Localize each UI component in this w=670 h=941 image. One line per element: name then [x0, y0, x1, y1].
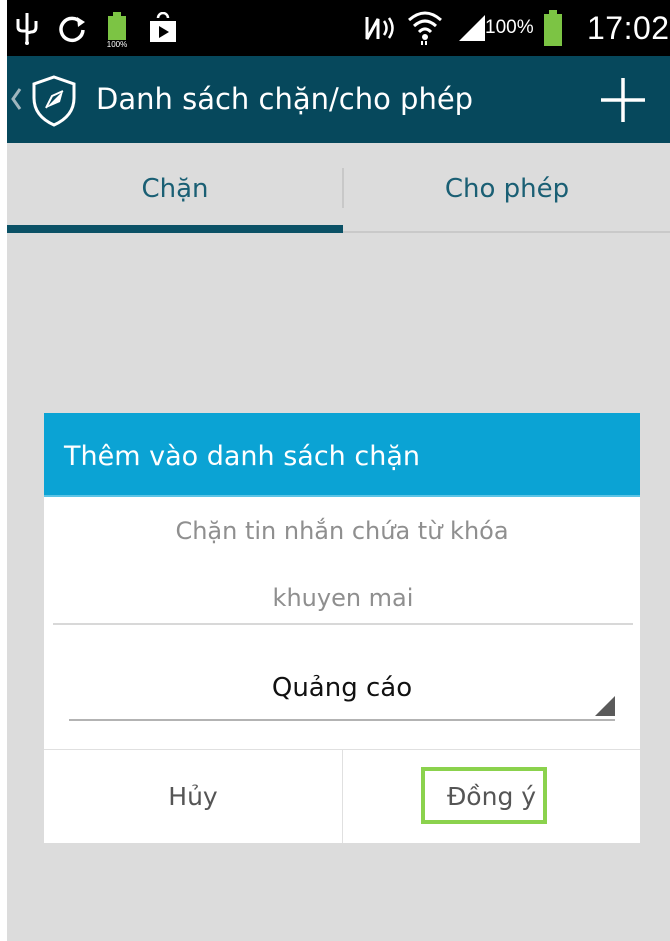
dialog-message: Chặn tin nhắn chứa từ khóa: [175, 517, 509, 545]
battery-percent: 100%: [485, 17, 534, 38]
category-select[interactable]: Quảng cáo: [69, 663, 615, 721]
clock: 17:02: [587, 9, 670, 46]
tab-baseline: [343, 231, 670, 233]
tab-bar: Chặn Cho phép: [7, 143, 670, 233]
usb-icon: [15, 0, 39, 56]
battery-icon: [543, 0, 563, 56]
category-value: Quảng cáo: [271, 673, 413, 703]
sync-icon: [57, 0, 87, 56]
confirm-button[interactable]: Đồng ý: [343, 750, 640, 843]
add-to-blocklist-dialog: Thêm vào danh sách chặn Chặn tin nhắn ch…: [44, 413, 640, 843]
signal-icon: [457, 0, 487, 56]
dialog-header-line: [44, 495, 640, 497]
keyword-input[interactable]: [53, 573, 633, 625]
back-chevron-icon[interactable]: [9, 81, 23, 117]
play-store-icon: [147, 0, 179, 56]
battery-full-notification-icon: 100%: [102, 0, 132, 56]
cancel-button[interactable]: Hủy: [44, 750, 342, 843]
action-bar: Danh sách chặn/cho phép: [7, 56, 670, 143]
page-title: Danh sách chặn/cho phép: [96, 82, 474, 116]
svg-text:100%: 100%: [107, 40, 127, 48]
tab-allow[interactable]: Cho phép: [344, 143, 670, 233]
dropdown-corner-icon: [595, 696, 615, 716]
dialog-header: Thêm vào danh sách chặn: [44, 413, 640, 495]
shield-logo-icon[interactable]: [27, 74, 81, 128]
wifi-icon: [407, 0, 443, 56]
dialog-title: Thêm vào danh sách chặn: [64, 441, 420, 472]
phone-screen: 100% 100% 17:02 Danh sách chặn/cho phép …: [7, 0, 670, 941]
nfc-icon: [364, 0, 398, 56]
tab-block[interactable]: Chặn: [7, 143, 343, 233]
tab-selected-indicator: [7, 225, 343, 233]
status-bar: 100% 100% 17:02: [7, 0, 670, 56]
add-icon[interactable]: [599, 76, 647, 124]
